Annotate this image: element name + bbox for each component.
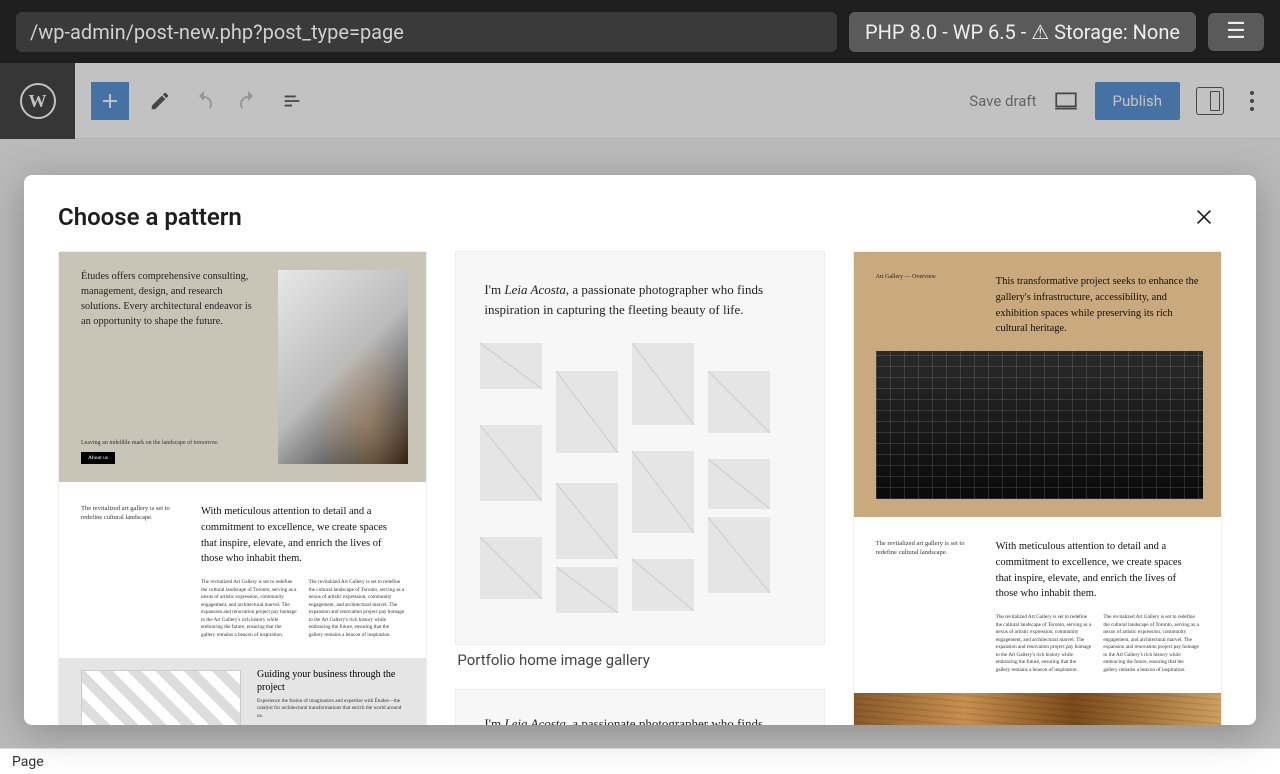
pattern-column: Études offers comprehensive consulting, …	[58, 251, 427, 725]
placeholder-image	[632, 451, 694, 533]
placeholder-image	[480, 343, 542, 389]
preview-section: The revitalized art gallery is set to re…	[854, 517, 1221, 693]
pattern-preview: Études offers comprehensive consulting, …	[58, 251, 427, 725]
placeholder-image	[632, 343, 694, 425]
preview-caption: Leaving an indelible mark on the landsca…	[81, 440, 260, 446]
preview-text-block: With meticulous attention to detail and …	[996, 539, 1199, 683]
preview-paragraph: With meticulous attention to detail and …	[996, 539, 1199, 602]
placeholder-image	[556, 483, 618, 559]
placeholder-image	[556, 371, 618, 453]
pattern-card-portfolio-gallery[interactable]: I'm Leia Acosta, a passionate photograph…	[455, 251, 824, 679]
preview-section: The revitalized art gallery is set to re…	[59, 482, 426, 658]
preview-text: I'm	[484, 716, 504, 725]
pattern-preview: Art Gallery — Overview This transformati…	[853, 251, 1222, 725]
placeholder-image	[632, 559, 694, 611]
url-bar[interactable]: /wp-admin/post-new.php?post_type=page	[16, 12, 837, 52]
menu-button[interactable]: ☰	[1208, 13, 1264, 51]
pattern-label: Portfolio home image gallery	[455, 645, 824, 679]
preview-text-block: Guiding your business through the projec…	[257, 668, 404, 725]
placeholder-image	[480, 425, 542, 501]
preview-row: Art Gallery — Overview This transformati…	[876, 274, 1203, 337]
preview-caption: Art Gallery — Overview	[876, 274, 976, 337]
preview-text-italic: Leia Acosta	[504, 716, 566, 725]
browser-topbar: /wp-admin/post-new.php?post_type=page PH…	[0, 0, 1280, 63]
preview-section: Études offers comprehensive consulting, …	[59, 252, 426, 482]
breadcrumb[interactable]: Page	[12, 754, 44, 770]
preview-image	[81, 670, 241, 725]
preview-paragraph: Experience the fusion of imagination and…	[257, 698, 404, 720]
preview-text-block: Études offers comprehensive consulting, …	[81, 270, 260, 464]
preview-paragraph: This transformative project seeks to enh…	[996, 274, 1203, 337]
close-button[interactable]	[1186, 199, 1222, 235]
pattern-preview: I'm Leia Acosta, a passionate photograph…	[455, 689, 824, 725]
pattern-modal: Choose a pattern Études offers comprehen…	[24, 175, 1256, 725]
placeholder-image	[556, 567, 618, 613]
preview-caption: The revitalized art gallery is set to re…	[81, 504, 181, 648]
preview-column-text: The revitalized Art Gallery is set to re…	[201, 579, 297, 639]
pattern-column: Art Gallery — Overview This transformati…	[853, 251, 1222, 725]
preview-paragraph: I'm Leia Acosta, a passionate photograph…	[484, 280, 784, 319]
preview-column-text: The revitalized Art Gallery is set to re…	[996, 614, 1092, 674]
preview-columns: The revitalized Art Gallery is set to re…	[201, 579, 404, 639]
preview-button: About us	[81, 452, 115, 464]
preview-image	[854, 693, 1221, 725]
pattern-card-portfolio-gallery-2[interactable]: I'm Leia Acosta, a passionate photograph…	[455, 689, 824, 725]
close-icon	[1193, 206, 1215, 228]
placeholder-image	[708, 517, 770, 593]
preview-section: Art Gallery — Overview This transformati…	[854, 252, 1221, 517]
pattern-column: I'm Leia Acosta, a passionate photograph…	[455, 251, 824, 725]
preview-text: I'm	[484, 282, 504, 297]
preview-caption: The revitalized art gallery is set to re…	[876, 539, 976, 683]
preview-column-text: The revitalized Art Gallery is set to re…	[309, 579, 405, 639]
pattern-preview: I'm Leia Acosta, a passionate photograph…	[455, 251, 824, 645]
pattern-grid: Études offers comprehensive consulting, …	[58, 251, 1222, 725]
preview-text-block: With meticulous attention to detail and …	[201, 504, 404, 648]
placeholder-image	[708, 371, 770, 433]
preview-columns: The revitalized Art Gallery is set to re…	[996, 614, 1199, 674]
pattern-card-project-overview[interactable]: Art Gallery — Overview This transformati…	[853, 251, 1222, 725]
pattern-card-about[interactable]: Études offers comprehensive consulting, …	[58, 251, 427, 725]
preview-image	[876, 351, 1203, 499]
preview-paragraph: With meticulous attention to detail and …	[201, 504, 404, 567]
environment-badge: PHP 8.0 - WP 6.5 - ⚠ Storage: None	[849, 12, 1196, 52]
hamburger-icon: ☰	[1226, 19, 1246, 44]
preview-paragraph: Études offers comprehensive consulting, …	[81, 270, 260, 330]
preview-column-text: The revitalized Art Gallery is set to re…	[1103, 614, 1199, 674]
preview-image	[278, 270, 408, 464]
placeholder-image	[480, 537, 542, 599]
modal-header: Choose a pattern	[24, 175, 1256, 243]
preview-paragraph: I'm Leia Acosta, a passionate photograph…	[484, 714, 784, 725]
preview-gallery	[480, 343, 799, 623]
preview-text-italic: Leia Acosta	[504, 282, 566, 297]
modal-body: Études offers comprehensive consulting, …	[24, 243, 1256, 725]
preview-heading: Guiding your business through the projec…	[257, 668, 404, 694]
editor-footer: Page	[0, 748, 1280, 774]
placeholder-image	[708, 459, 770, 509]
modal-title: Choose a pattern	[58, 203, 242, 231]
preview-section: Guiding your business through the projec…	[59, 658, 426, 725]
editor-layer: Save draft Publish Page Choose a pattern	[0, 63, 1280, 774]
